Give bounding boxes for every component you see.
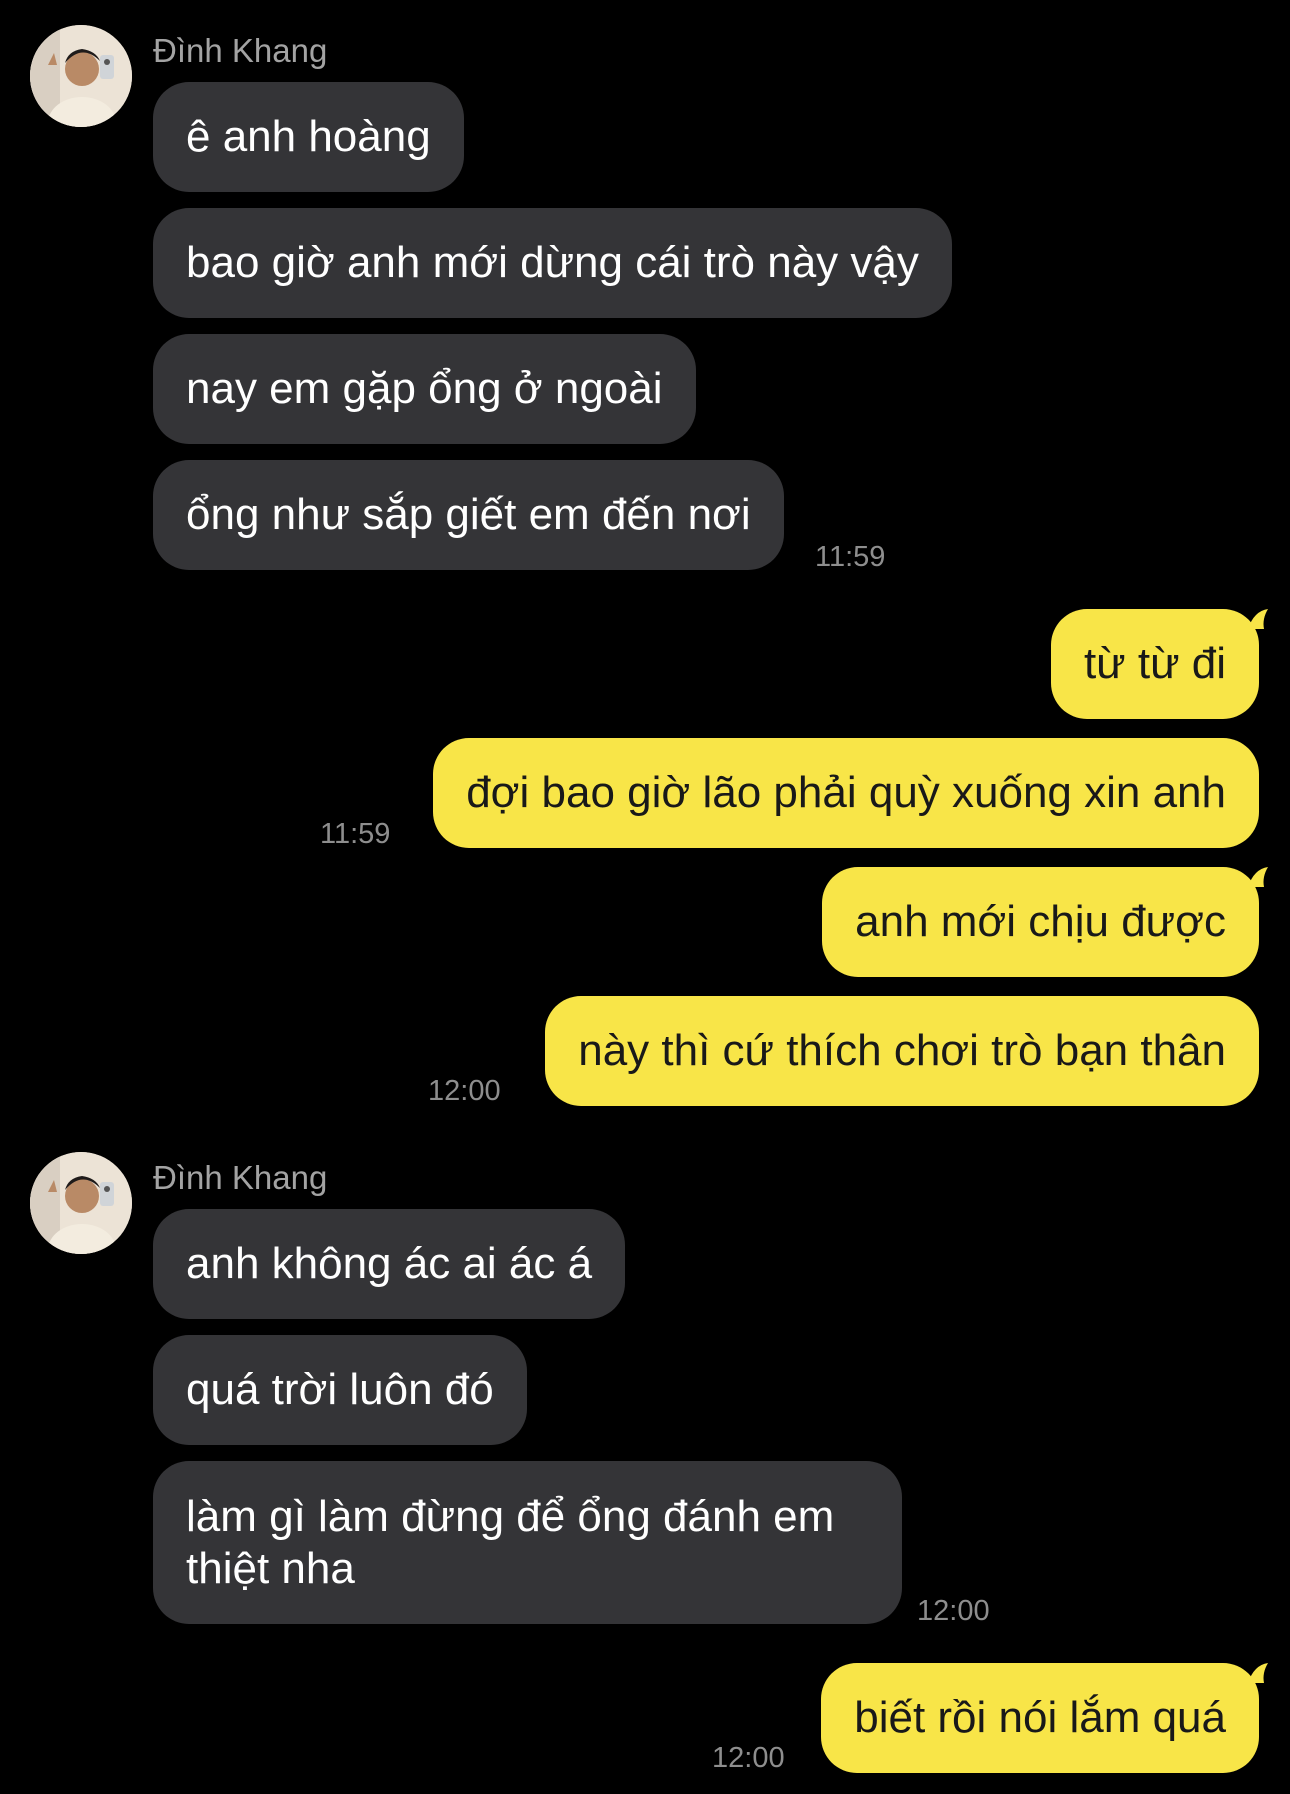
message-text: quá trời luôn đó bbox=[186, 1365, 494, 1414]
message-text: biết rồi nói lắm quá bbox=[854, 1693, 1226, 1742]
message-bubble-incoming[interactable]: làm gì làm đừng để ổng đánh em thiệt nha bbox=[153, 1461, 902, 1624]
message-bubble-outgoing[interactable]: biết rồi nói lắm quá bbox=[821, 1663, 1259, 1773]
contact-avatar[interactable] bbox=[30, 25, 132, 127]
message-text: ổng như sắp giết em đến nơi bbox=[186, 490, 751, 539]
sender-name: Đình Khang bbox=[153, 1159, 328, 1196]
message-text: anh không ác ai ác á bbox=[186, 1239, 593, 1288]
message-bubble-outgoing[interactable]: này thì cứ thích chơi trò bạn thân bbox=[545, 996, 1259, 1106]
message-bubble-outgoing[interactable]: đợi bao giờ lão phải quỳ xuống xin anh bbox=[433, 738, 1259, 848]
bubble-tail-icon bbox=[1248, 1663, 1268, 1683]
message-timestamp: 11:59 bbox=[320, 818, 391, 850]
message-bubble-incoming[interactable]: nay em gặp ổng ở ngoài bbox=[153, 334, 696, 444]
message-text: đợi bao giờ lão phải quỳ xuống xin anh bbox=[466, 768, 1226, 817]
message-bubble-incoming[interactable]: quá trời luôn đó bbox=[153, 1335, 527, 1445]
message-text: anh mới chịu được bbox=[855, 897, 1226, 946]
contact-avatar[interactable] bbox=[30, 1152, 132, 1254]
bubble-tail-icon bbox=[1248, 867, 1268, 887]
sender-name: Đình Khang bbox=[153, 32, 328, 69]
message-text: làm gì làm đừng để ổng đánh em thiệt nha bbox=[186, 1491, 835, 1593]
bubble-tail-icon bbox=[1248, 609, 1268, 629]
message-timestamp: 12:00 bbox=[917, 1595, 990, 1627]
avatar-photo-icon bbox=[30, 1152, 132, 1254]
message-bubble-outgoing[interactable]: anh mới chịu được bbox=[822, 867, 1259, 977]
message-text: bao giờ anh mới dừng cái trò này vậy bbox=[186, 238, 919, 287]
message-bubble-incoming[interactable]: bao giờ anh mới dừng cái trò này vậy bbox=[153, 208, 952, 318]
message-timestamp: 12:00 bbox=[428, 1075, 501, 1107]
message-bubble-incoming[interactable]: ê anh hoàng bbox=[153, 82, 464, 192]
message-text: nay em gặp ổng ở ngoài bbox=[186, 364, 663, 413]
avatar-photo-icon bbox=[30, 25, 132, 127]
message-timestamp: 12:00 bbox=[712, 1742, 785, 1774]
message-bubble-incoming[interactable]: ổng như sắp giết em đến nơi bbox=[153, 460, 784, 570]
message-bubble-outgoing[interactable]: từ từ đi bbox=[1050, 609, 1259, 719]
message-bubble-incoming[interactable]: anh không ác ai ác á bbox=[153, 1209, 626, 1319]
message-text: từ từ đi bbox=[1083, 639, 1226, 688]
message-timestamp: 11:59 bbox=[815, 541, 886, 573]
message-text: ê anh hoàng bbox=[186, 112, 431, 161]
message-text: này thì cứ thích chơi trò bạn thân bbox=[578, 1026, 1226, 1075]
